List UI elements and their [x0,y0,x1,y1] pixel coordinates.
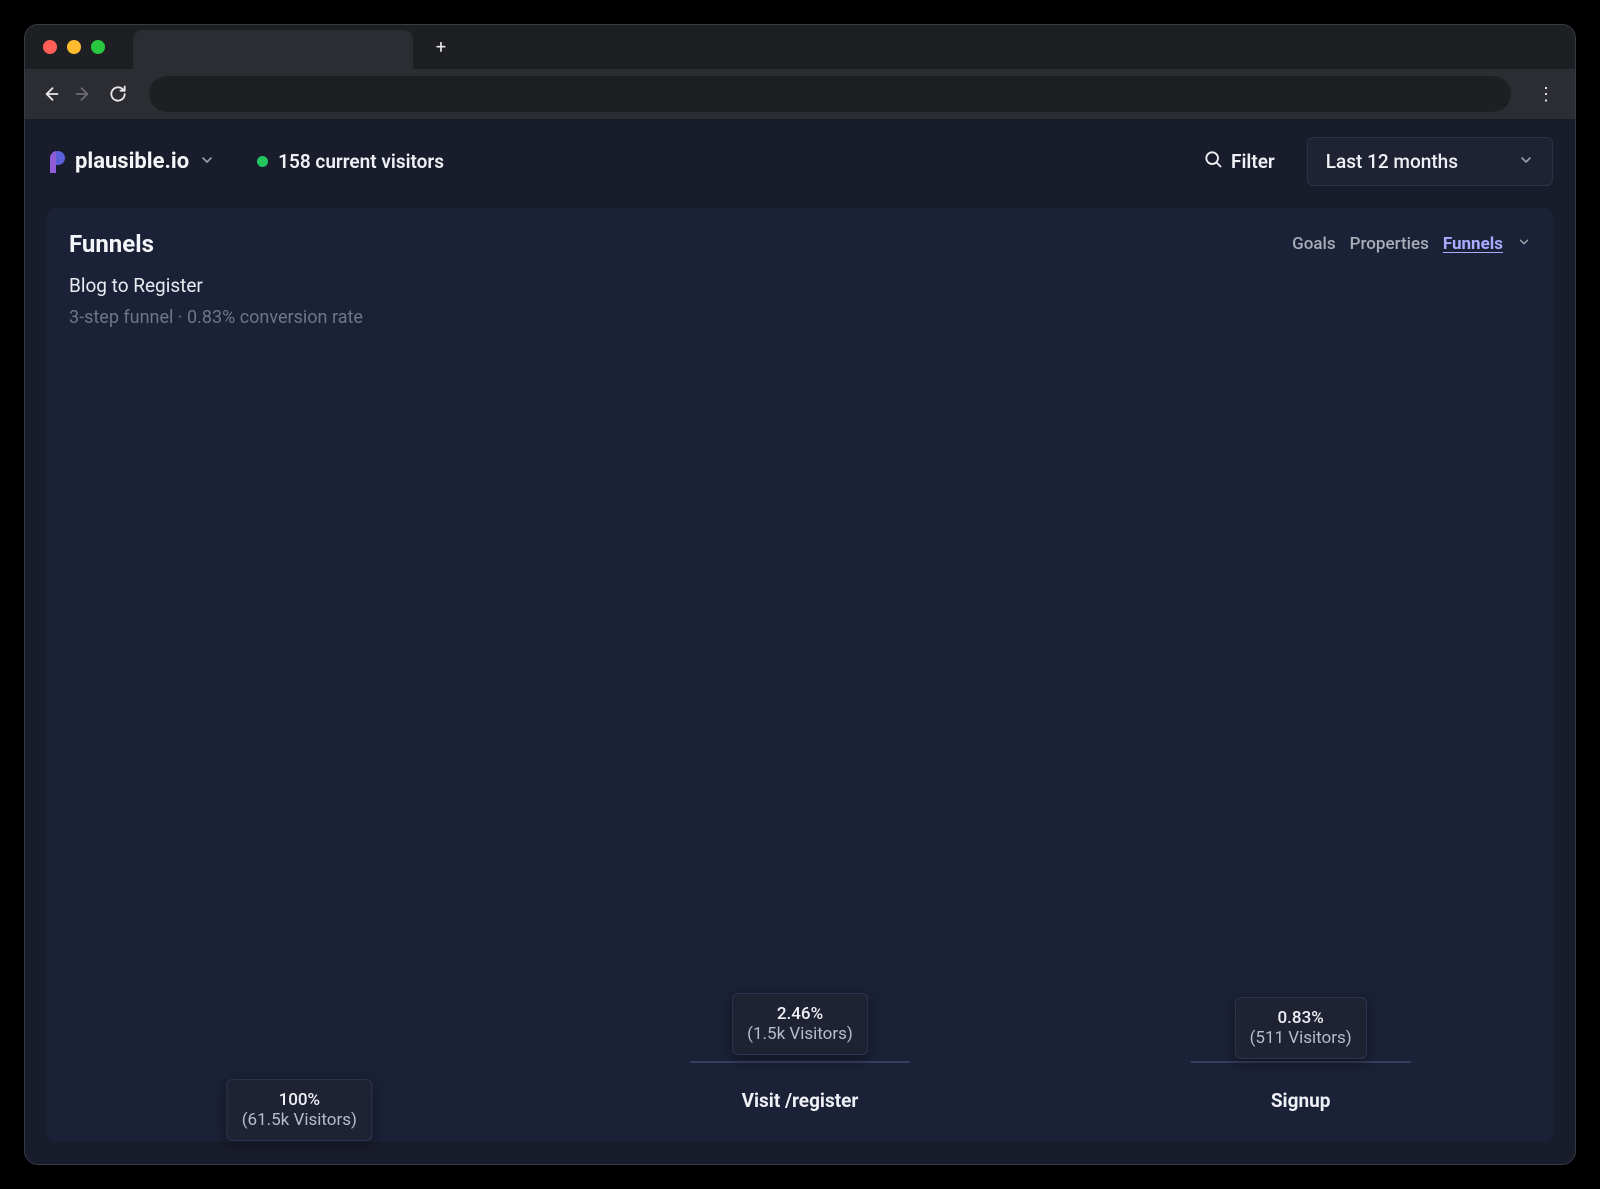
tooltip-percent: 2.46% [747,1004,853,1024]
browser-window: + ⋮ [24,24,1576,1165]
funnel-step-1: 100% (61.5k Visitors) Visit /blog* [99,1061,499,1112]
bar-dropoff [1191,1061,1411,1063]
current-visitors[interactable]: 158 current visitors [235,150,444,173]
forward-button[interactable] [73,83,95,105]
page-content: plausible.io 158 current visitors [25,119,1575,1164]
filter-button[interactable]: Filter [1191,139,1287,184]
date-range-dropdown[interactable]: Last 12 months [1307,137,1553,186]
chevron-down-icon [1518,150,1534,173]
plausible-logo-icon [47,151,65,173]
tooltip-percent: 100% [242,1090,357,1110]
card-tabs: Goals Properties Funnels [1292,234,1531,254]
site-switcher[interactable]: plausible.io [47,149,215,174]
tooltip-visitors: (1.5k Visitors) [747,1024,853,1044]
funnel-step-3: 0.83% (511 Visitors) Signup [1101,1061,1501,1112]
tab-funnels[interactable]: Funnels [1443,234,1503,254]
funnel-name: Blog to Register [69,274,1531,297]
titlebar: + [25,25,1575,69]
reload-button[interactable] [107,83,129,105]
funnel-subtitle: 3-step funnel · 0.83% conversion rate [69,307,1531,328]
omnibox[interactable] [149,76,1511,112]
bar-tooltip: 100% (61.5k Visitors) [227,1079,372,1141]
window-close[interactable] [43,40,57,54]
bar-label: Visit /register [742,1089,859,1112]
tooltip-visitors: (511 Visitors) [1250,1028,1352,1048]
date-range-label: Last 12 months [1326,150,1458,173]
filter-label: Filter [1231,150,1275,173]
dashboard-topbar: plausible.io 158 current visitors [25,119,1575,198]
window-zoom[interactable] [91,40,105,54]
funnel-step-2: 2.46% (1.5k Visitors) Visit /register [600,1061,1000,1112]
card-title: Funnels [69,230,154,258]
bar-tooltip: 2.46% (1.5k Visitors) [732,993,868,1055]
browser-toolbar: ⋮ [25,69,1575,119]
tab-strip [133,25,413,69]
funnels-card: Funnels Goals Properties Funnels Blog to… [47,208,1553,1142]
card-header: Funnels Goals Properties Funnels [69,230,1531,258]
new-tab-button[interactable]: + [429,35,453,59]
tooltip-visitors: (61.5k Visitors) [242,1110,357,1130]
window-minimize[interactable] [67,40,81,54]
bar-dropoff [690,1061,910,1063]
current-visitors-label: 158 current visitors [278,150,444,173]
chevron-down-icon [1517,234,1531,254]
back-button[interactable] [39,83,61,105]
search-icon [1203,149,1223,174]
live-dot-icon [257,156,268,167]
site-name: plausible.io [75,149,189,174]
chevron-down-icon [199,152,215,172]
tab-properties[interactable]: Properties [1350,234,1429,254]
window-controls [43,40,133,54]
bar-label: Signup [1271,1089,1331,1112]
tooltip-percent: 0.83% [1250,1008,1352,1028]
browser-tab-active[interactable] [133,30,413,70]
funnel-chart: 100% (61.5k Visitors) Visit /blog* 2.46 [69,328,1531,1112]
browser-menu-button[interactable]: ⋮ [1531,84,1561,105]
bar-tooltip: 0.83% (511 Visitors) [1235,997,1367,1059]
tab-goals[interactable]: Goals [1292,234,1335,254]
